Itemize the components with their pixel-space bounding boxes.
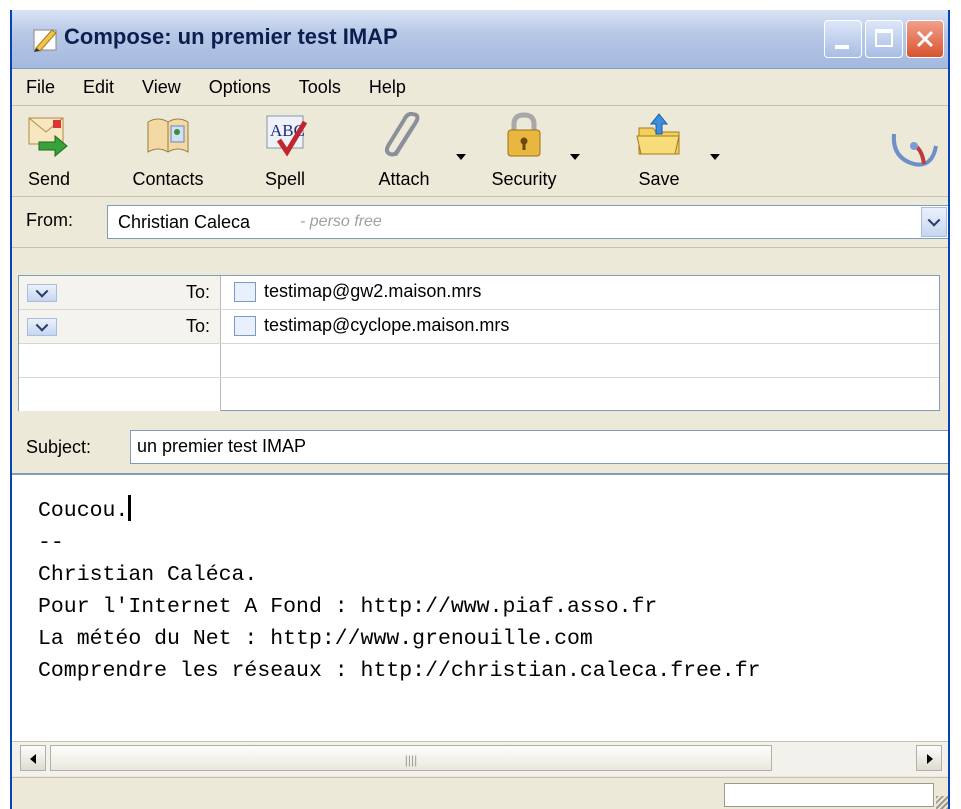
from-row: From: Christian Caleca - perso free [12, 197, 948, 248]
recipient-type-empty [19, 344, 221, 377]
window-controls [824, 20, 944, 58]
send-button[interactable]: Send [16, 112, 82, 190]
recipients-list: To: testimap@gw2.maison.mrs To: testimap… [18, 275, 940, 411]
status-bar [12, 777, 948, 809]
recipient-row-empty[interactable] [19, 378, 939, 412]
scroll-left-button[interactable] [20, 745, 46, 771]
contacts-label: Contacts [132, 169, 204, 189]
security-button[interactable]: Security [474, 112, 574, 190]
recipient-type-label: To: [185, 316, 210, 336]
chevron-down-icon [35, 284, 49, 298]
security-label: Security [491, 169, 557, 189]
body-line: Coucou. [38, 499, 129, 523]
recipient-row: To: testimap@gw2.maison.mrs [19, 276, 939, 310]
body-line: -- [38, 531, 64, 555]
spell-label: Spell [264, 169, 306, 189]
recipient-address-text: testimap@gw2.maison.mrs [264, 281, 482, 301]
recipient-type-empty [19, 378, 221, 411]
recipient-type-dropdown[interactable] [27, 318, 57, 336]
from-dropdown-button[interactable] [921, 207, 947, 237]
compose-icon [33, 29, 57, 52]
maximize-icon [875, 29, 893, 47]
message-body-editor[interactable]: Coucou. -- Christian Caléca. Pour l'Inte… [12, 473, 948, 743]
compose-window: Compose: un premier test IMAP File Edit … [10, 10, 950, 809]
card-icon [234, 281, 256, 302]
save-button[interactable]: Save [624, 112, 694, 190]
recipient-type-dropdown[interactable] [27, 284, 57, 302]
menu-tools[interactable]: Tools [299, 77, 341, 98]
send-label: Send [27, 169, 71, 189]
attach-label: Attach [378, 169, 430, 189]
chevron-down-icon [927, 213, 941, 227]
contacts-icon [147, 118, 189, 153]
menu-file[interactable]: File [26, 77, 55, 98]
close-icon [916, 30, 934, 48]
save-icon [636, 113, 680, 155]
menu-bar: File Edit View Options Tools Help [12, 69, 948, 106]
body-line: Comprendre les réseaux : http://christia… [38, 659, 761, 683]
title-bar[interactable]: Compose: un premier test IMAP [12, 10, 948, 69]
scroll-right-button[interactable] [916, 745, 942, 771]
text-caret [128, 495, 132, 521]
message-body-text[interactable]: Coucou. -- Christian Caléca. Pour l'Inte… [38, 495, 761, 687]
recipient-address[interactable]: testimap@gw2.maison.mrs [234, 281, 481, 302]
body-line: Pour l'Internet A Fond : http://www.piaf… [38, 595, 658, 619]
card-icon [234, 315, 256, 336]
from-identity-select[interactable]: Christian Caleca - perso free [107, 205, 948, 239]
recipient-row: To: testimap@cyclope.maison.mrs [19, 310, 939, 344]
minimize-icon [835, 45, 849, 49]
resize-grip[interactable] [936, 796, 948, 809]
security-icon [507, 112, 541, 157]
recipient-address-text: testimap@cyclope.maison.mrs [264, 315, 510, 335]
save-dropdown-arrow[interactable] [710, 154, 720, 160]
spell-button[interactable]: ABC Spell [250, 112, 320, 190]
recipient-type-select[interactable]: To: [19, 276, 221, 309]
status-panel [724, 783, 934, 807]
spell-icon: ABC [266, 115, 308, 157]
chevron-down-icon [35, 318, 49, 332]
save-label: Save [638, 169, 680, 189]
attach-icon [384, 111, 420, 157]
attach-dropdown-arrow[interactable] [456, 154, 466, 160]
subject-input[interactable]: un premier test IMAP [130, 430, 948, 464]
maximize-button[interactable] [865, 20, 903, 58]
from-name: Christian Caleca [118, 212, 251, 232]
menu-view[interactable]: View [142, 77, 181, 98]
grip-icon: |||| [404, 753, 418, 767]
close-button[interactable] [906, 20, 944, 58]
arrow-right-icon [927, 754, 933, 764]
send-icon [28, 117, 68, 158]
minimize-button[interactable] [824, 20, 862, 58]
scroll-thumb[interactable]: |||| [50, 745, 772, 771]
menu-edit[interactable]: Edit [83, 77, 114, 98]
from-account: - perso free [300, 213, 382, 230]
attach-button[interactable]: Attach [364, 111, 444, 190]
horizontal-scrollbar[interactable]: |||| [12, 741, 948, 776]
recipient-address[interactable]: testimap@cyclope.maison.mrs [234, 315, 509, 336]
menu-help[interactable]: Help [369, 77, 406, 98]
contacts-button[interactable]: Contacts [120, 112, 216, 190]
menu-options[interactable]: Options [209, 77, 271, 98]
recipient-type-select[interactable]: To: [19, 310, 221, 343]
recipient-type-label: To: [185, 282, 210, 302]
window-title: Compose: un premier test IMAP [64, 24, 398, 49]
subject-row: Subject: un premier test IMAP [12, 424, 948, 472]
arrow-left-icon [30, 754, 36, 764]
from-label: From: [26, 210, 73, 230]
recipient-row-empty[interactable] [19, 344, 939, 378]
subject-label: Subject: [26, 437, 92, 457]
body-line: Christian Caléca. [38, 563, 258, 587]
toolbar: Send Contacts ABC Spell Attach Security … [12, 106, 948, 197]
security-dropdown-arrow[interactable] [570, 154, 580, 160]
body-line: La météo du Net : http://www.grenouille.… [38, 627, 593, 651]
throbber-icon [891, 133, 938, 167]
